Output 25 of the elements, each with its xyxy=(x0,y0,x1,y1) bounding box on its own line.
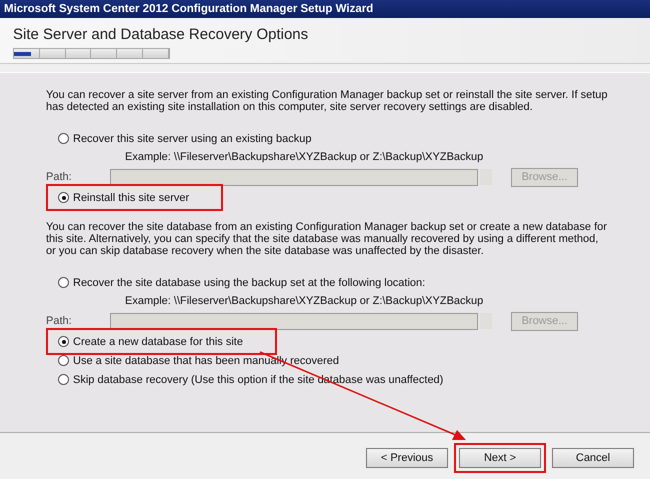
wizard-button[interactable]: Cancel xyxy=(552,448,634,468)
wizard-button[interactable]: < Previous xyxy=(366,448,448,468)
radio-button[interactable] xyxy=(58,192,69,203)
radio-button[interactable] xyxy=(58,133,69,144)
window-title: Microsoft System Center 2012 Configuration Manager Setup Wizard xyxy=(0,0,650,18)
path-label: Path: xyxy=(46,171,73,183)
radio-option[interactable]: Create a new database for this site xyxy=(50,332,273,351)
radio-option[interactable]: Recover this site server using an existing backup xyxy=(58,129,320,148)
option-label: Reinstall this site server xyxy=(73,192,190,204)
option-label: Recover the site database using the backup set at the following location: xyxy=(73,276,426,288)
radio-button[interactable] xyxy=(58,355,69,366)
option-label: Recover this site server using an existing backup xyxy=(73,132,312,144)
description-text: You can recover the site database from an existing Configuration Manager backup set or create a new database for this site. Alternatively, you can specify that the site database was manually recovered by using a different method, or you can skip database recovery when the site database was unaffected by the disaster. xyxy=(46,221,608,257)
radio-option[interactable]: Reinstall this site server xyxy=(50,188,220,207)
page-title: Site Server and Database Recovery Options xyxy=(13,26,310,43)
option-label: Create a new database for this site xyxy=(73,336,243,348)
radio-option[interactable]: Recover the site database using the backup set at the following location: xyxy=(58,273,434,292)
path-label: Path: xyxy=(46,315,73,327)
description-text: You can recover a site server from an existing Configuration Manager backup set or reinstall the site server. If setup has detected an existing site installation on this computer, site server recovery settings are disabled. xyxy=(46,89,608,113)
radio-button[interactable] xyxy=(58,374,69,385)
radio-button[interactable] xyxy=(58,336,69,347)
radio-button[interactable] xyxy=(58,277,69,288)
example-text: Example: \\Fileserver\Backupshare\XYZBackup or Z:\Backup\XYZBackup xyxy=(125,294,484,309)
example-text: Example: \\Fileserver\Backupshare\XYZBackup or Z:\Backup\XYZBackup xyxy=(125,150,484,165)
wizard-button[interactable]: Next > xyxy=(459,448,541,468)
